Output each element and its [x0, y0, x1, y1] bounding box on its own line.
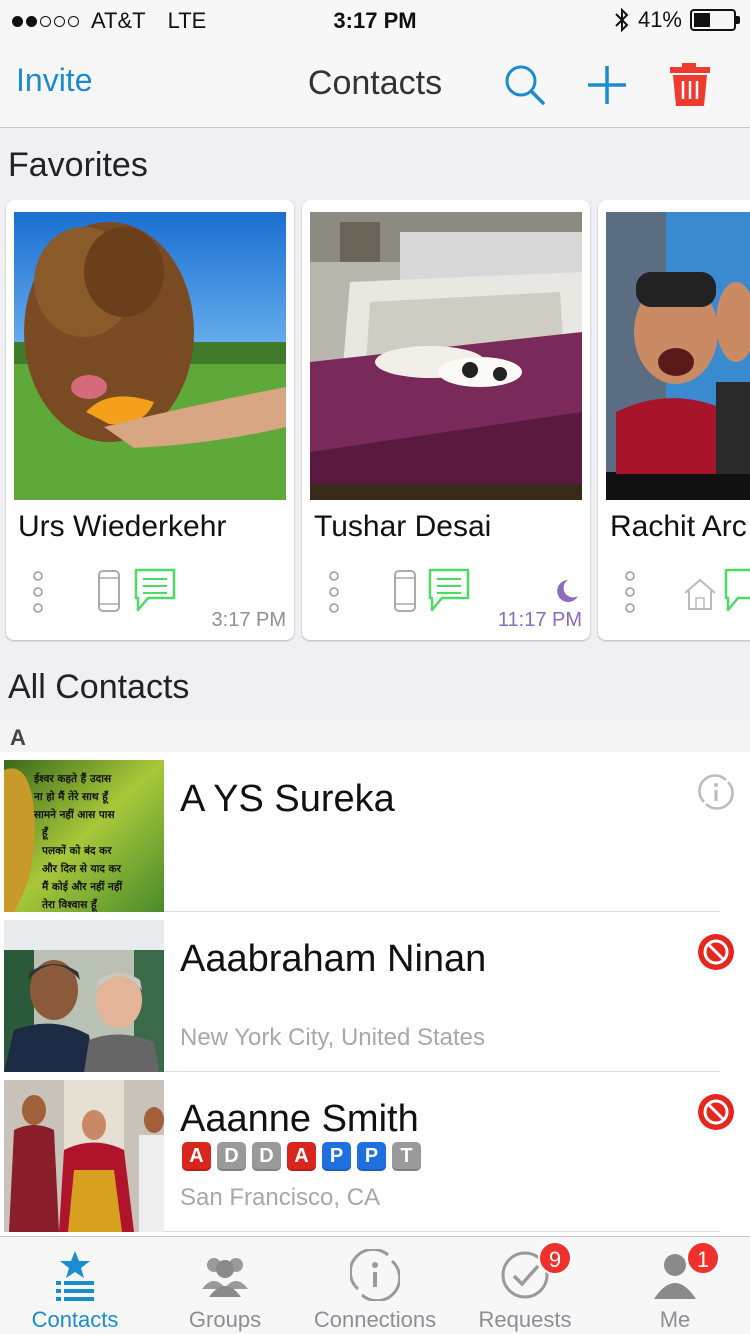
invite-button[interactable]: Invite — [16, 62, 92, 99]
contact-avatar — [4, 920, 164, 1072]
delete-button[interactable] — [666, 60, 716, 110]
blocked-icon — [698, 934, 734, 970]
favorite-name: Rachit Arc — [610, 510, 747, 543]
avatar-text-line: पलकों को बंद कर — [41, 844, 112, 857]
tab-bar: Contacts Groups Connections 9 Requests 1… — [0, 1236, 750, 1334]
page-title: Contacts — [307, 64, 443, 102]
mobile-phone-icon[interactable] — [392, 568, 418, 614]
more-options-icon[interactable] — [620, 570, 640, 614]
favorite-photo — [310, 212, 582, 500]
tag-badge: A — [287, 1142, 316, 1171]
contact-row[interactable]: Aaabraham Ninan New York City, United St… — [0, 912, 750, 1072]
favorite-card[interactable]: Tushar Desai 11:17 PM — [302, 200, 590, 640]
avatar-text-line: तेरा विश्वास हूँ — [41, 898, 98, 912]
row-divider — [164, 1231, 720, 1232]
home-phone-icon[interactable] — [682, 576, 718, 612]
bluetooth-icon — [615, 8, 629, 32]
avatar-text-line: ईश्वर कहते हैं उदास — [33, 772, 112, 785]
chat-message-icon[interactable] — [426, 566, 472, 616]
add-contact-button[interactable] — [582, 60, 632, 110]
tab-label: Me — [659, 1307, 691, 1332]
contact-row[interactable]: ईश्वर कहते हैं उदास ना हो मैं तेरे साथ ह… — [0, 752, 750, 912]
add-icon — [588, 66, 626, 104]
tab-requests[interactable]: 9 Requests — [450, 1237, 600, 1334]
avatar-text-line: मैं कोई और नहीं नहीं — [41, 880, 123, 893]
more-options-icon[interactable] — [324, 570, 344, 614]
contacts-list[interactable]: ईश्वर कहते हैं उदास ना हो मैं तेरे साथ ह… — [0, 752, 750, 1236]
connection-icon — [698, 774, 734, 810]
mobile-phone-icon[interactable] — [96, 568, 122, 614]
avatar-text-line: ना हो मैं तेरे साथ हूँ — [33, 790, 109, 804]
favorite-name: Tushar Desai — [314, 510, 492, 543]
tag-badge: D — [217, 1142, 246, 1171]
blocked-icon — [698, 1094, 734, 1130]
tab-label: Groups — [188, 1307, 262, 1332]
search-icon — [505, 65, 545, 105]
section-index-letter: A — [0, 720, 750, 752]
chat-message-icon[interactable] — [722, 566, 750, 616]
favorites-heading: Favorites — [8, 146, 148, 184]
search-button[interactable] — [500, 60, 550, 110]
contact-avatar — [4, 1080, 164, 1232]
contact-avatar: ईश्वर कहते हैं उदास ना हो मैं तेरे साथ ह… — [4, 760, 164, 912]
tab-connections[interactable]: Connections — [300, 1237, 450, 1334]
favorite-name: Urs Wiederkehr — [18, 510, 227, 543]
moon-icon — [557, 580, 578, 602]
tab-me[interactable]: 1 Me — [600, 1237, 750, 1334]
trash-icon — [670, 63, 710, 106]
tab-contacts[interactable]: Contacts — [0, 1237, 150, 1334]
contact-name: A YS Sureka — [180, 778, 395, 820]
tab-label: Contacts — [31, 1307, 119, 1332]
me-badge: 1 — [686, 1241, 720, 1275]
favorite-photo — [14, 212, 286, 500]
chat-message-icon[interactable] — [132, 566, 178, 616]
avatar-text-line: और दिल से याद कर — [42, 862, 122, 875]
favorites-carousel[interactable]: Urs Wiederkehr 3:17 PM Tushar Desai 11:1… — [0, 200, 750, 642]
contact-location: San Francisco, CA — [180, 1184, 381, 1211]
contact-row[interactable]: Aaanne Smith A D D A P P T San Francisco… — [0, 1072, 750, 1232]
groups-icon — [202, 1258, 248, 1297]
blocked-status-button[interactable] — [696, 932, 736, 972]
contacts-star-list-icon — [56, 1251, 94, 1301]
all-contacts-heading: All Contacts — [8, 668, 190, 706]
contact-tags: A D D A P P T — [182, 1142, 421, 1171]
contact-name: Aaanne Smith — [180, 1098, 419, 1140]
favorite-local-time: 3:17 PM — [211, 609, 286, 631]
connection-status-button[interactable] — [696, 772, 736, 812]
favorite-card[interactable]: Rachit Arc — [598, 200, 750, 640]
tag-badge: D — [252, 1142, 281, 1171]
navigation-bar: Invite Contacts — [0, 40, 750, 128]
status-bar: AT&T LTE 3:17 PM 41% — [0, 0, 750, 40]
more-options-icon[interactable] — [28, 570, 48, 614]
tag-badge: T — [392, 1142, 421, 1171]
tag-badge: P — [322, 1142, 351, 1171]
avatar-text-line: सामने नहीं आस पास — [33, 808, 116, 821]
favorite-local-time: 11:17 PM — [497, 609, 582, 631]
tag-badge: A — [182, 1142, 211, 1171]
tab-label: Connections — [313, 1307, 437, 1332]
battery-percent: 41% — [637, 7, 682, 32]
battery-icon — [690, 9, 740, 31]
tag-badge: P — [357, 1142, 386, 1171]
contact-name: Aaabraham Ninan — [180, 938, 487, 980]
favorite-photo — [606, 212, 750, 500]
tab-label: Requests — [478, 1307, 572, 1332]
contact-location: New York City, United States — [180, 1024, 486, 1051]
tab-groups[interactable]: Groups — [150, 1237, 300, 1334]
favorite-card[interactable]: Urs Wiederkehr 3:17 PM — [6, 200, 294, 640]
blocked-status-button[interactable] — [696, 1092, 736, 1132]
connections-icon — [350, 1249, 400, 1301]
requests-badge: 9 — [538, 1241, 572, 1275]
